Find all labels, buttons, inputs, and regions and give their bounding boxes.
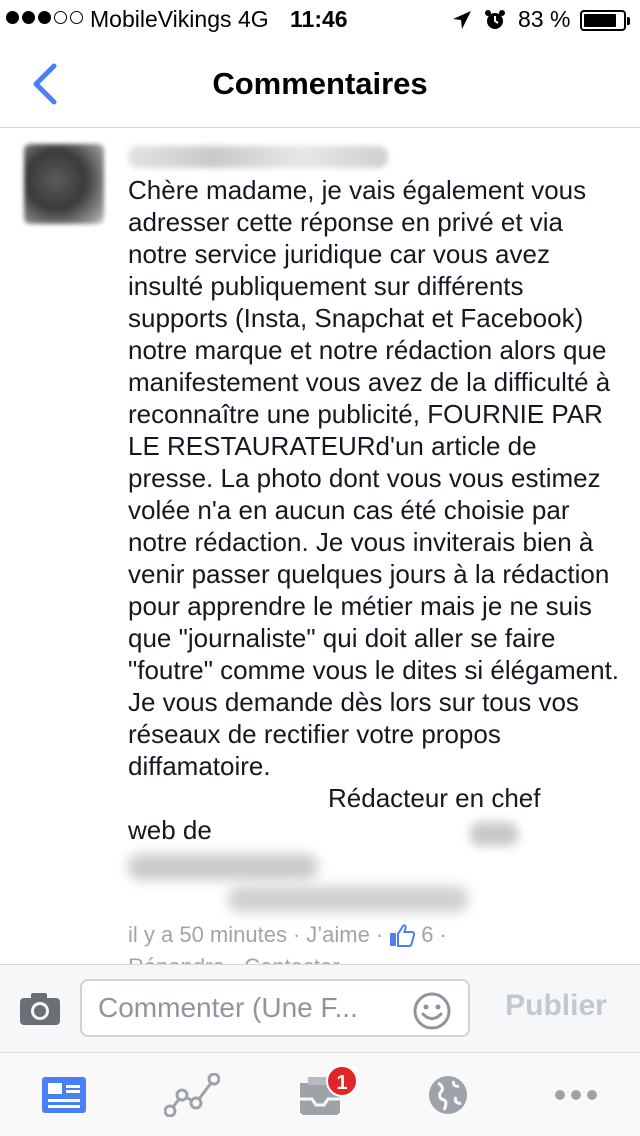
comment-timestamp: il y a 50 minutes — [128, 922, 287, 947]
tab-news-feed[interactable] — [0, 1053, 128, 1136]
thumbs-up-icon[interactable] — [389, 923, 416, 947]
signature-publication: web de — [128, 815, 212, 845]
globe-icon — [429, 1075, 467, 1114]
comment-actions-secondary: Répondre · Contacter — [128, 954, 340, 964]
activity-graph-icon — [164, 1072, 220, 1117]
like-count: 6 — [421, 922, 434, 947]
camera-icon[interactable] — [18, 991, 62, 1027]
tab-bar: 1 — [0, 1052, 640, 1136]
status-bar: MobileVikings 4G 11:46 83 % — [0, 0, 640, 40]
carrier-name: MobileVikings — [90, 6, 232, 32]
redacted-text — [470, 822, 518, 846]
tab-globe[interactable] — [384, 1053, 512, 1136]
news-feed-icon — [42, 1076, 86, 1113]
comment-actions: il y a 50 minutes · J’aime · 6 · — [128, 922, 447, 948]
redacted-text — [228, 886, 468, 912]
avatar[interactable] — [24, 144, 104, 224]
navigation-bar: Commentaires — [0, 40, 640, 128]
like-link[interactable]: J’aime — [306, 922, 370, 948]
alarm-clock-icon — [485, 10, 505, 29]
redacted-text — [128, 854, 318, 880]
comment-message: Chère madame, je vais également vous adr… — [128, 175, 620, 781]
battery-icon — [580, 10, 630, 31]
signature-title: Rédacteur en chef — [328, 783, 541, 813]
tab-activity[interactable] — [128, 1053, 256, 1136]
tab-more[interactable] — [512, 1053, 640, 1136]
page-title: Commentaires — [212, 66, 428, 101]
battery-percent: 83 % — [518, 6, 571, 32]
more-icon — [555, 1089, 597, 1100]
comment-text: Chère madame, je vais également vous adr… — [128, 174, 628, 846]
comment-composer: Commenter (Une F... Publier — [0, 964, 640, 1052]
network-type: 4G — [238, 6, 269, 32]
publish-button[interactable]: Publier — [486, 989, 626, 1023]
clock: 11:46 — [290, 6, 348, 32]
emoji-icon[interactable] — [412, 991, 452, 1031]
author-name-blurred[interactable] — [128, 146, 388, 168]
location-arrow-icon — [453, 11, 471, 29]
contact-link[interactable]: Contacter — [244, 954, 339, 964]
tab-notifications[interactable]: 1 — [256, 1053, 384, 1136]
reply-link[interactable]: Répondre — [128, 954, 225, 964]
comment: Chère madame, je vais également vous adr… — [0, 128, 640, 964]
signal-strength-icon — [6, 11, 83, 24]
notification-badge: 1 — [326, 1065, 358, 1097]
